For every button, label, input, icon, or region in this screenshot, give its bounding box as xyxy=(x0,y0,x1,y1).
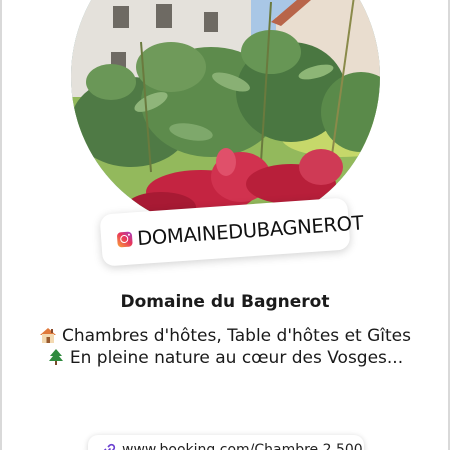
profile-photo[interactable] xyxy=(71,0,380,231)
bio-line-2-text: En pleine nature au cœur des Vosges... xyxy=(69,348,404,368)
profile-photo-image xyxy=(71,0,380,231)
profile-bio: Chambres d'hôtes, Table d'hôtes et Gîtes… xyxy=(30,325,420,369)
instagram-handle-badge[interactable]: DOMAINEDUBAGNEROT xyxy=(99,197,364,267)
profile-page: DOMAINEDUBAGNEROT Domaine du Bagnerot Ch… xyxy=(0,0,450,450)
bio-line-2: En pleine nature au cœur des Vosges... xyxy=(30,347,420,369)
profile-link[interactable]: www.booking.com/Chambre 2 500 xyxy=(88,435,364,450)
bio-line-1: Chambres d'hôtes, Table d'hôtes et Gîtes xyxy=(30,325,420,347)
bio-line-1-text: Chambres d'hôtes, Table d'hôtes et Gîtes xyxy=(62,326,411,346)
link-icon xyxy=(103,443,116,450)
instagram-icon xyxy=(116,231,133,248)
profile-name: Domaine du Bagnerot xyxy=(120,292,330,312)
evergreen-tree-icon xyxy=(48,349,63,365)
house-icon xyxy=(40,328,56,343)
instagram-handle: DOMAINEDUBAGNEROT xyxy=(136,210,365,250)
profile-link-text: www.booking.com/Chambre 2 500 xyxy=(122,442,363,450)
left-border xyxy=(0,0,2,450)
